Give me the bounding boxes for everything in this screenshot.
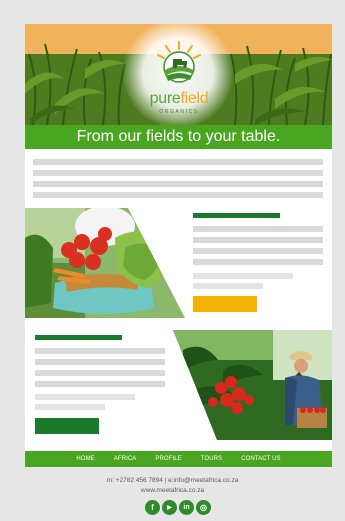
section2-text-line <box>35 394 135 400</box>
intro-text-line <box>33 181 323 187</box>
section1-cta-button[interactable] <box>193 296 257 312</box>
intro-text-line <box>33 170 323 176</box>
footer-website[interactable]: www.meetafrica.co.za <box>0 487 345 494</box>
intro-text-line <box>33 192 323 198</box>
section1-text-line <box>193 248 323 254</box>
section2-text-line <box>35 359 165 365</box>
section1-text-line <box>193 283 263 289</box>
section2-text-line <box>35 404 105 410</box>
nav-contact-us[interactable]: CONTACT US <box>241 451 280 467</box>
vegetable-basket-image <box>25 208 185 318</box>
nav-home[interactable]: HOME <box>76 451 94 467</box>
tractor-sun-logo-icon <box>157 41 201 83</box>
footer-nav: HOME AFRICA PROFILE TOURS CONTACT US <box>25 451 332 467</box>
instagram-icon[interactable]: ◎ <box>196 500 211 515</box>
tomato-farmer-image <box>173 330 332 440</box>
brand-sub: ORGANICS <box>159 109 199 115</box>
section1-text-line <box>193 237 323 243</box>
section1-heading <box>193 213 280 218</box>
footer-contact: m: +2782 456 7894 | e:info@meetafrica.co… <box>106 477 239 484</box>
linkedin-icon[interactable]: in <box>179 500 194 515</box>
facebook-icon[interactable]: f <box>145 500 160 515</box>
email-card: purefield ORGANICS From our fields to yo… <box>25 24 332 467</box>
section1-text-line <box>193 259 323 265</box>
brand-pure: pure <box>149 90 181 107</box>
section2-cta-button[interactable] <box>35 418 99 434</box>
section1-text-line <box>193 226 323 232</box>
tagline-banner: From our fields to your table. <box>25 125 332 149</box>
section1-text-line <box>193 273 293 279</box>
section2-heading <box>35 335 122 340</box>
nav-tours[interactable]: TOURS <box>201 451 222 467</box>
brand-field: field <box>180 90 209 107</box>
nav-profile[interactable]: PROFILE <box>155 451 181 467</box>
section2-text-line <box>35 348 165 354</box>
section2-text-line <box>35 370 165 376</box>
nav-africa[interactable]: AFRICA <box>114 451 137 467</box>
hero-banner: purefield ORGANICS <box>25 24 332 125</box>
youtube-icon[interactable]: ▶ <box>162 500 177 515</box>
intro-text-line <box>33 159 323 165</box>
brand-logo-text: purefield <box>131 91 227 107</box>
social-links: f ▶ in ◎ <box>145 500 211 515</box>
section2-text-line <box>35 381 165 387</box>
